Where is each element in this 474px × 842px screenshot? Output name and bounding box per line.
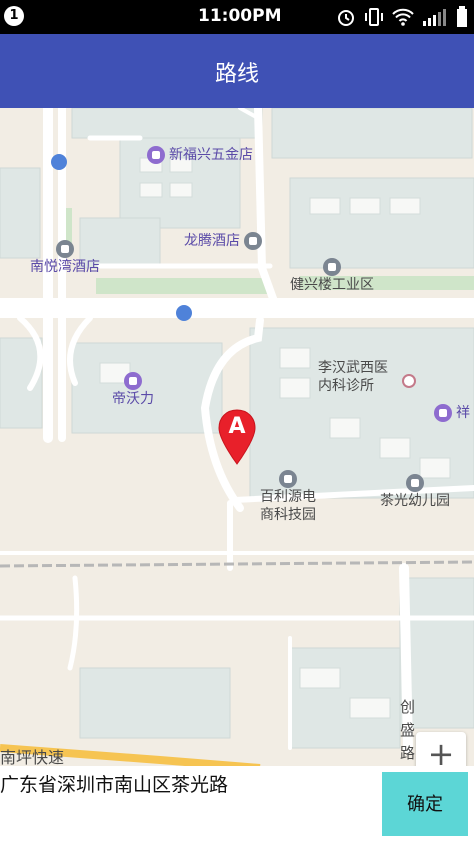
poi-lihan-clinic[interactable]: 李汉武西医 内科诊所 [318, 360, 388, 395]
status-icons [336, 6, 468, 28]
road-label-chuangsheng: 创 盛 路 [400, 698, 416, 762]
address-text: 广东省深圳市南山区茶光路 [0, 774, 229, 796]
zoom-in-button[interactable]: + [416, 732, 466, 766]
poi-chaguang-kindergarten[interactable]: 茶光幼儿园 [380, 474, 450, 510]
battery-icon [457, 6, 467, 27]
road-label-nanping: 南坪快速 [0, 748, 65, 766]
signal-icon [423, 9, 446, 26]
app-bar: 路线 [0, 34, 474, 108]
status-bar: 1 11:00PM [0, 0, 474, 34]
map-view[interactable]: 新福兴五金店 龙腾酒店 南悦湾酒店 健兴楼工业区 帝沃力 李汉武西医 内科诊所 … [0, 108, 474, 766]
vibrate-icon [365, 8, 383, 26]
wifi-icon [392, 8, 414, 26]
building-icon [323, 258, 341, 276]
building-icon [279, 470, 297, 488]
poi-diwoli[interactable]: 帝沃力 [112, 372, 154, 408]
shop-icon [434, 404, 452, 422]
status-time: 11:00PM [198, 6, 282, 26]
location-marker[interactable]: A [217, 408, 257, 466]
poi-xinfuxing[interactable]: 新福兴五金店 [147, 146, 253, 164]
hotel-icon [244, 232, 262, 250]
poi-nanyuewan[interactable]: 南悦湾酒店 [30, 240, 100, 276]
shop-icon [147, 146, 165, 164]
school-icon [406, 474, 424, 492]
marker-label: A [228, 414, 246, 439]
bottom-bar: 广东省深圳市南山区茶光路 确定 [0, 766, 474, 842]
page-title: 路线 [214, 62, 259, 87]
hotel-icon [56, 240, 74, 258]
confirm-button[interactable]: 确定 [382, 772, 468, 836]
poi-xiang[interactable]: 祥 [434, 404, 470, 422]
clinic-icon [402, 374, 416, 388]
poi-bailiyuan[interactable]: 百利源电 商科技园 [260, 470, 316, 524]
notification-badge: 1 [4, 6, 24, 26]
poi-jianxinglou[interactable]: 健兴楼工业区 [290, 258, 374, 294]
poi-longteng[interactable]: 龙腾酒店 [184, 232, 262, 250]
alarm-icon [338, 10, 354, 26]
shop-icon [124, 372, 142, 390]
